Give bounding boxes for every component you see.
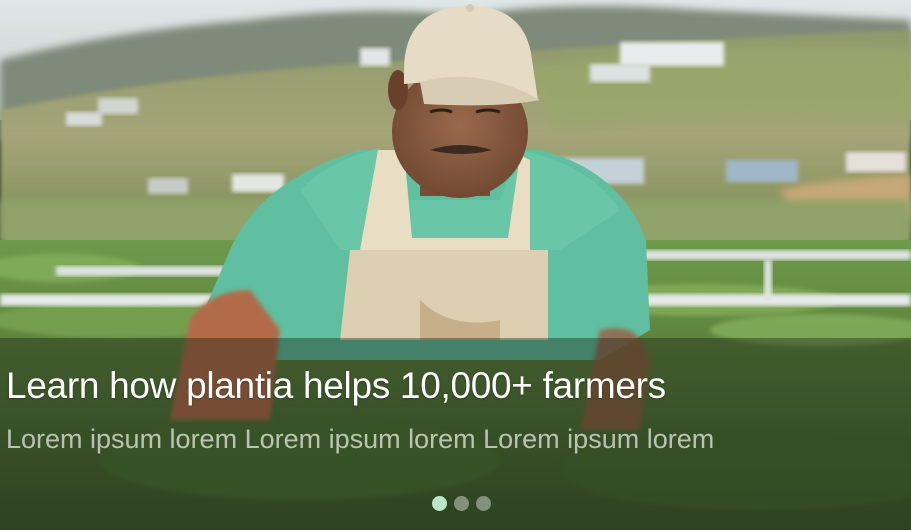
hero-subtitle: Lorem ipsum lorem Lorem ipsum lorem Lore… — [6, 424, 715, 454]
carousel-dot-3[interactable] — [476, 496, 491, 511]
caption: Learn how plantia helps 10,000+ farmers … — [6, 362, 906, 456]
hero-carousel: Learn how plantia helps 10,000+ farmers … — [0, 0, 911, 530]
carousel-dot-2[interactable] — [454, 496, 469, 511]
carousel-pagination — [432, 496, 491, 511]
carousel-dot-1[interactable] — [432, 496, 447, 511]
hero-headline: Learn how plantia helps 10,000+ farmers — [6, 365, 666, 406]
